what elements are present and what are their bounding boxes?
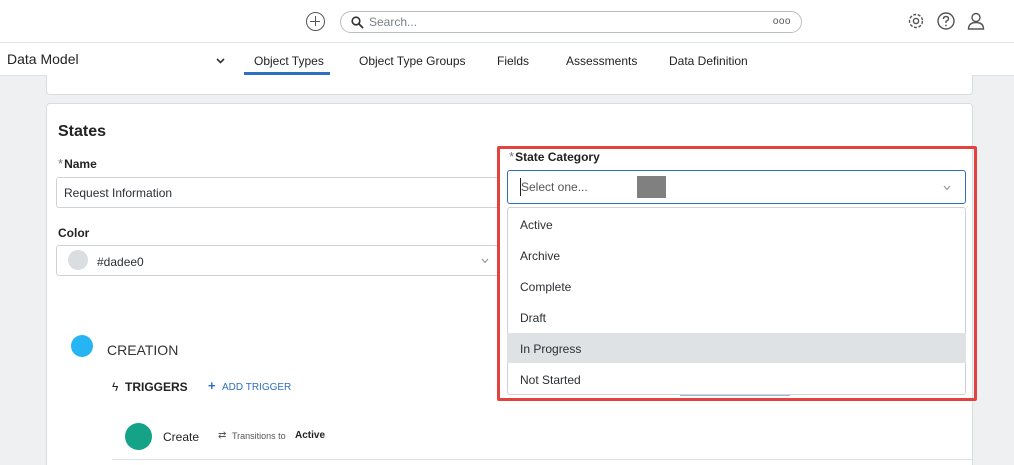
state-color-dot [71,335,93,357]
name-label-text: Name [64,157,97,171]
add-trigger-button[interactable]: ADD TRIGGER [222,382,291,393]
chevron-down-icon[interactable] [481,258,489,264]
add-circle-icon[interactable] [306,12,325,31]
tab-assessments[interactable]: Assessments [566,54,637,68]
transition-target: Active [295,430,326,441]
previous-panel [46,75,973,95]
state-category-label-text: State Category [515,150,600,164]
lightning-icon: ϟ [112,380,119,394]
state-name: CREATION [107,342,179,358]
gear-icon[interactable] [906,11,926,31]
plus-icon[interactable]: + [208,378,216,393]
state-category-placeholder: Select one... [521,180,588,194]
option-archive[interactable]: Archive [507,240,966,270]
user-icon[interactable] [966,11,986,31]
color-value: #dadee0 [97,255,144,269]
text-cursor [520,178,521,196]
search-bar[interactable]: Search... ooo [340,11,802,33]
top-bar: Search... ooo [0,0,1014,43]
search-options-icon[interactable]: ooo [773,16,791,27]
section-title: States [58,123,107,140]
option-not-started[interactable]: Not Started [507,364,966,394]
tab-object-types[interactable]: Object Types [254,54,324,68]
sub-navigation: Data Model Object Types Object Type Grou… [0,43,1014,76]
trigger-name[interactable]: Create [163,430,199,444]
option-in-progress[interactable]: In Progress [507,333,966,363]
chevron-down-icon[interactable] [216,56,225,65]
required-mark: * [509,149,515,164]
triggers-label: TRIGGERS [125,380,188,394]
option-draft[interactable]: Draft [507,302,966,332]
option-complete[interactable]: Complete [507,271,966,301]
required-mark: * [58,156,64,171]
name-field-value: Request Information [64,186,173,200]
tab-object-type-groups[interactable]: Object Type Groups [359,54,466,68]
redacted-block [637,176,666,198]
tab-data-definition[interactable]: Data Definition [669,54,748,68]
search-placeholder: Search... [369,15,418,29]
trigger-color-dot [125,423,152,450]
chevron-down-icon[interactable] [943,185,951,191]
name-label: *Name [58,156,97,171]
transition-icon: ⇄ [218,430,227,441]
state-category-label: *State Category [509,149,600,164]
search-icon [351,16,364,29]
data-model-selector[interactable]: Data Model [7,51,79,67]
color-label: Color [58,226,90,240]
help-icon[interactable] [936,11,956,31]
transition-text: Transitions to [232,431,286,441]
color-swatch [68,250,88,270]
option-active[interactable]: Active [507,209,966,239]
divider [112,459,974,460]
tab-fields[interactable]: Fields [497,54,529,68]
